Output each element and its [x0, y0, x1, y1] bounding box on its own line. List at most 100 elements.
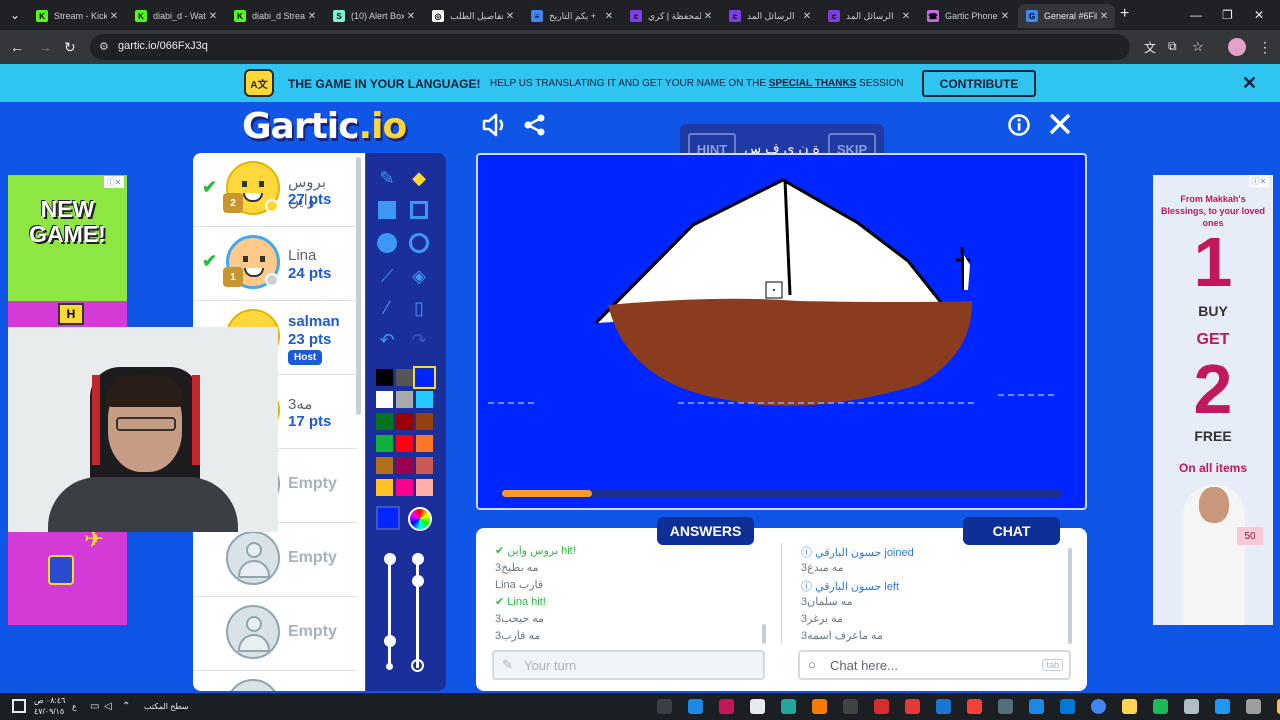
special-thanks-link[interactable]: SPECIAL THANKS [769, 78, 857, 89]
url-input[interactable]: ⚙ gartic.io/066FxJ3q [90, 34, 1130, 60]
color-swatch[interactable] [396, 391, 413, 408]
color-swatch[interactable] [396, 413, 413, 430]
ad-info-icon[interactable]: ⓘ✕ [104, 176, 124, 188]
browser-tab[interactable]: ≡ بكم التاريخ + ✕ [523, 4, 620, 28]
brush-size-knob[interactable] [384, 553, 396, 565]
eyedropper-icon[interactable]: ⁄ [374, 295, 400, 321]
redo-icon[interactable]: ↷ [406, 327, 432, 353]
taskbar-app-icon[interactable] [1029, 699, 1044, 714]
browser-tab[interactable]: K Stream - Kick ✕ [28, 4, 125, 28]
player-row[interactable]: ✔ 1 Lina 24 pts [193, 227, 357, 301]
color-swatch[interactable] [413, 366, 436, 389]
undo-icon[interactable]: ↶ [374, 327, 400, 353]
taskbar-app-icon[interactable] [905, 699, 920, 714]
rect-tool-icon[interactable] [406, 197, 432, 223]
chat-tab[interactable]: CHAT [963, 517, 1060, 545]
info-icon[interactable] [1008, 114, 1030, 142]
taskbar-app-icon[interactable] [1215, 699, 1230, 714]
opacity-knob[interactable] [412, 575, 424, 587]
reload-button[interactable]: ↻ [64, 39, 76, 56]
browser-tab[interactable]: ◎ تفاصيل الطلب ✕ [424, 4, 521, 28]
right-advertisement[interactable]: ⓘ✕ From Makkah's Blessings, to your love… [1153, 175, 1273, 625]
color-swatch[interactable] [376, 369, 393, 386]
restore-button[interactable]: ❐ [1222, 8, 1233, 22]
taskbar-app-icon[interactable] [1060, 699, 1075, 714]
browser-tab[interactable]: ☎ Gartic Phone ✕ [919, 4, 1016, 28]
taskbar-app-icon[interactable] [1091, 699, 1106, 714]
color-swatch[interactable] [396, 457, 413, 474]
drawing-canvas[interactable] [476, 153, 1087, 510]
clock-time[interactable]: ٠٨:٤٦ ص [34, 696, 65, 705]
taskbar-app-icon[interactable] [719, 699, 734, 714]
taskbar-app-icon[interactable] [688, 699, 703, 714]
taskbar-app-icon[interactable] [1184, 699, 1199, 714]
taskbar-app-icon[interactable] [812, 699, 827, 714]
clock-date[interactable]: ٤٧/٠٩/١٥ [34, 707, 64, 716]
tab-close-icon[interactable]: ✕ [1097, 11, 1111, 22]
answer-input[interactable]: ✎ Your turn [492, 650, 765, 680]
color-swatch[interactable] [396, 479, 413, 496]
ad-info-icon[interactable]: ⓘ✕ [1249, 175, 1269, 187]
color-swatch[interactable] [376, 457, 393, 474]
tab-close-icon[interactable]: ✕ [998, 11, 1012, 22]
desktop-label[interactable]: سطح المكتب [144, 702, 189, 711]
browser-tab[interactable]: c الرسائل المد ✕ [721, 4, 818, 28]
taskbar-app-icon[interactable] [1122, 699, 1137, 714]
site-settings-icon[interactable]: ⚙ [99, 40, 109, 53]
player-row[interactable]: ✔ 2 بروس واين 27 pts [193, 153, 357, 227]
browser-tab[interactable]: c الرسائل المد ✕ [820, 4, 917, 28]
answers-tab[interactable]: ANSWERS [657, 517, 754, 545]
color-swatch[interactable] [396, 369, 413, 386]
sound-icon[interactable] [481, 113, 507, 143]
browser-menu-icon[interactable]: ⋮ [1258, 39, 1272, 56]
line-tool-icon[interactable]: ⟋ [374, 263, 400, 289]
notification-icon[interactable] [12, 699, 26, 713]
ellipse-tool-icon[interactable] [406, 230, 432, 256]
color-swatch[interactable] [376, 391, 393, 408]
taskbar-app-icon[interactable] [750, 699, 765, 714]
taskbar-app-icon[interactable] [998, 699, 1013, 714]
banner-close-icon[interactable]: ✕ [1242, 73, 1257, 94]
fill-bucket-icon[interactable]: ◈ [406, 263, 432, 289]
filled-ellipse-tool-icon[interactable] [374, 230, 400, 256]
taskbar-app-icon[interactable] [843, 699, 858, 714]
current-color-swatch[interactable] [376, 506, 400, 530]
taskbar-app-icon[interactable] [1153, 699, 1168, 714]
pencil-tool-icon[interactable]: ✎ [374, 165, 400, 191]
color-swatch[interactable] [416, 457, 433, 474]
tab-close-icon[interactable]: ✕ [701, 11, 715, 22]
back-button[interactable]: ← [10, 39, 24, 55]
tab-close-icon[interactable]: ✕ [107, 11, 121, 22]
cast-icon[interactable]: ⧉ [1168, 39, 1177, 54]
profile-avatar[interactable] [1228, 38, 1246, 56]
browser-tab[interactable]: Kdiabi_d - Wat ✕ [127, 4, 224, 28]
share-icon[interactable] [523, 113, 547, 143]
eraser-tool-icon[interactable]: ◆ [406, 165, 432, 191]
taskbar-app-icon[interactable] [936, 699, 951, 714]
color-swatch[interactable] [416, 391, 433, 408]
battery-icon[interactable]: ▭ [90, 701, 99, 712]
clear-page-icon[interactable]: ▯ [406, 295, 432, 321]
tab-close-icon[interactable]: ✕ [899, 11, 913, 22]
tab-close-icon[interactable]: ✕ [800, 11, 814, 22]
taskbar-app-icon[interactable] [874, 699, 889, 714]
color-swatch[interactable] [396, 435, 413, 452]
taskbar-app-icon[interactable] [781, 699, 796, 714]
color-swatch[interactable] [376, 435, 393, 452]
filled-rect-tool-icon[interactable] [374, 197, 400, 223]
color-swatch[interactable] [416, 413, 433, 430]
translate-icon[interactable]: 文 [1144, 39, 1156, 56]
tab-close-icon[interactable]: ✕ [305, 11, 319, 22]
tab-search-icon[interactable]: ⌄ [10, 8, 20, 22]
forward-button[interactable]: → [38, 39, 52, 55]
answers-scrollbar[interactable] [762, 624, 766, 644]
bookmark-star-icon[interactable]: ☆ [1192, 39, 1204, 55]
browser-tab[interactable]: Kdiabi_d Stream✕ [226, 4, 323, 28]
color-swatch[interactable] [416, 435, 433, 452]
tray-chevron-icon[interactable]: ⌃ [122, 701, 130, 712]
color-swatch[interactable] [416, 479, 433, 496]
tab-close-icon[interactable]: ✕ [404, 11, 418, 22]
contribute-button[interactable]: CONTRIBUTE [922, 70, 1036, 97]
volume-icon[interactable]: ◁ [104, 701, 112, 712]
chat-input[interactable]: ○ Chat here... tab [798, 650, 1071, 680]
